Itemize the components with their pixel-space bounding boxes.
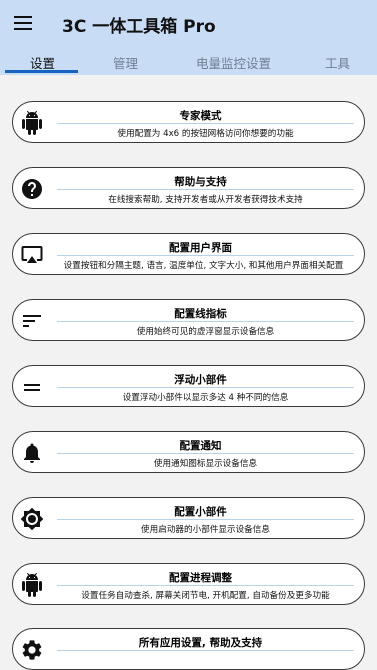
card-process-tuning[interactable]: 配置进程调整 设置任务自动查杀, 屏幕关闭节电, 开机配置, 自动备份及更多功能 xyxy=(12,563,365,605)
card-divider xyxy=(57,519,354,520)
card-description: 使用启动器的小部件显示设备信息 xyxy=(141,525,270,535)
android-icon xyxy=(20,111,44,135)
card-description: 使用通知图标显示设备信息 xyxy=(153,459,258,469)
app-title: 3C 一体工具箱 Pro xyxy=(62,17,216,37)
tab-battery-monitor-settings[interactable]: 电量监控设置 xyxy=(196,53,271,72)
card-all-app-settings[interactable]: 所有应用设置, 帮助及支持 xyxy=(12,628,365,670)
card-floating-widget[interactable]: 浮动小部件 设置浮动小部件以显示多达 4 种不同的信息 xyxy=(12,365,365,407)
bell-icon xyxy=(20,441,44,465)
tab-tools[interactable]: 工具 xyxy=(325,53,350,72)
card-title: 配置进程调整 xyxy=(169,572,232,584)
card-divider xyxy=(57,123,354,124)
card-description: 设置浮动小部件以显示多达 4 种不同的信息 xyxy=(122,393,289,403)
card-configure-ui[interactable]: 配置用户界面 设置按钮和分隔主题, 语言, 温度单位, 文字大小, 和其他用户界… xyxy=(12,233,365,275)
card-configure-notification[interactable]: 配置通知 使用通知图标显示设备信息 xyxy=(12,431,365,473)
card-title: 配置通知 xyxy=(179,440,222,452)
card-description: 设置按钮和分隔主题, 语言, 温度单位, 文字大小, 和其他用户界面相关配置 xyxy=(63,261,344,271)
card-expert-mode[interactable]: 专家模式 使用配置为 4x6 的按钮网格访问你想要的功能 xyxy=(12,101,365,143)
cast-screen-icon xyxy=(20,243,44,267)
card-title: 专家模式 xyxy=(179,110,222,122)
card-divider xyxy=(57,453,354,454)
menu-icon[interactable] xyxy=(14,16,32,30)
card-help-support[interactable]: 帮助与支持 在线搜索帮助, 支持开发者或从开发者获得技术支持 xyxy=(12,167,365,209)
card-divider xyxy=(57,650,354,651)
card-description: 使用始终可见的虚浮窗显示设备信息 xyxy=(136,327,275,337)
card-title: 所有应用设置, 帮助及支持 xyxy=(138,637,263,649)
card-divider xyxy=(57,255,354,256)
help-icon xyxy=(20,177,44,201)
card-divider xyxy=(57,189,354,190)
card-divider xyxy=(57,321,354,322)
card-divider xyxy=(57,387,354,388)
card-title: 帮助与支持 xyxy=(174,176,227,188)
active-tab-indicator xyxy=(5,70,78,73)
tab-manage[interactable]: 管理 xyxy=(113,53,138,72)
equals-icon xyxy=(20,375,44,399)
card-description: 在线搜索帮助, 支持开发者或从开发者获得技术支持 xyxy=(108,195,303,205)
card-title: 配置线指标 xyxy=(174,308,227,320)
card-title: 配置用户界面 xyxy=(169,242,232,254)
card-title: 配置小部件 xyxy=(174,506,227,518)
card-line-indicator[interactable]: 配置线指标 使用始终可见的虚浮窗显示设备信息 xyxy=(12,299,365,341)
app-bar: 3C 一体工具箱 Pro 设置 管理 电量监控设置 工具 xyxy=(0,0,377,75)
sort-lines-icon xyxy=(20,309,44,333)
gear-icon xyxy=(20,638,44,662)
card-divider xyxy=(57,585,354,586)
tab-bar: 设置 管理 电量监控设置 工具 xyxy=(0,48,377,75)
card-title: 浮动小部件 xyxy=(174,374,227,386)
card-description: 使用配置为 4x6 的按钮网格访问你想要的功能 xyxy=(117,129,294,139)
card-configure-widget[interactable]: 配置小部件 使用启动器的小部件显示设备信息 xyxy=(12,497,365,539)
card-description: 设置任务自动查杀, 屏幕关闭节电, 开机配置, 自动备份及更多功能 xyxy=(81,591,330,601)
brightness-icon xyxy=(20,507,44,531)
android-icon xyxy=(20,573,44,597)
